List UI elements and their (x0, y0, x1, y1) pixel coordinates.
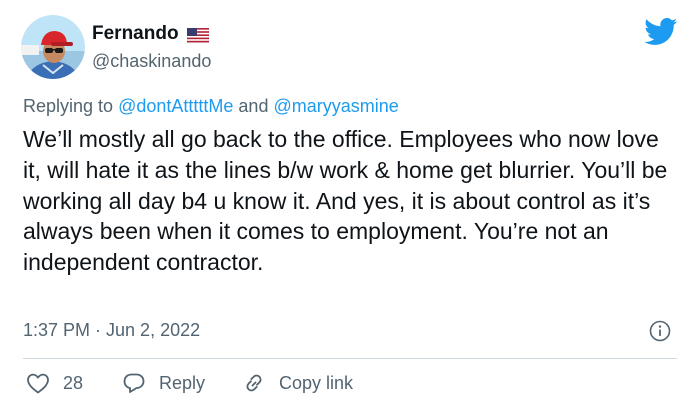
replying-conjunction: and (238, 96, 269, 116)
info-icon[interactable] (649, 320, 671, 342)
replying-to-line: Replying to @dontAtttttMe and @maryyasmi… (23, 96, 399, 117)
tweet-body-text: We’ll mostly all go back to the office. … (23, 126, 668, 276)
like-count: 28 (63, 372, 84, 393)
speech-bubble-icon (122, 372, 146, 394)
twitter-bird-icon[interactable] (644, 18, 678, 46)
like-button[interactable]: 28 (26, 372, 83, 394)
link-icon (242, 372, 266, 394)
author-name-row: Fernando (92, 23, 209, 45)
replying-prefix: Replying to (23, 96, 114, 116)
tweet-card: Fernando @chaskinando Replying to @dontA… (0, 0, 700, 408)
avatar-image (21, 15, 85, 79)
us-flag-icon (186, 27, 209, 43)
author-handle[interactable]: @chaskinando (92, 51, 211, 72)
author-display-name[interactable]: Fernando (92, 23, 179, 45)
copy-link-button[interactable]: Copy link (242, 372, 353, 394)
tweet-timestamp[interactable]: 1:37 PM · Jun 2, 2022 (23, 320, 200, 341)
avatar[interactable] (21, 15, 85, 79)
mention-link-2[interactable]: @maryyasmine (273, 96, 398, 116)
heart-icon (26, 372, 50, 394)
copy-link-label: Copy link (279, 372, 354, 393)
reply-button[interactable]: Reply (122, 372, 205, 394)
reply-label: Reply (159, 372, 206, 393)
divider (23, 358, 677, 359)
mention-link-1[interactable]: @dontAtttttMe (118, 96, 233, 116)
